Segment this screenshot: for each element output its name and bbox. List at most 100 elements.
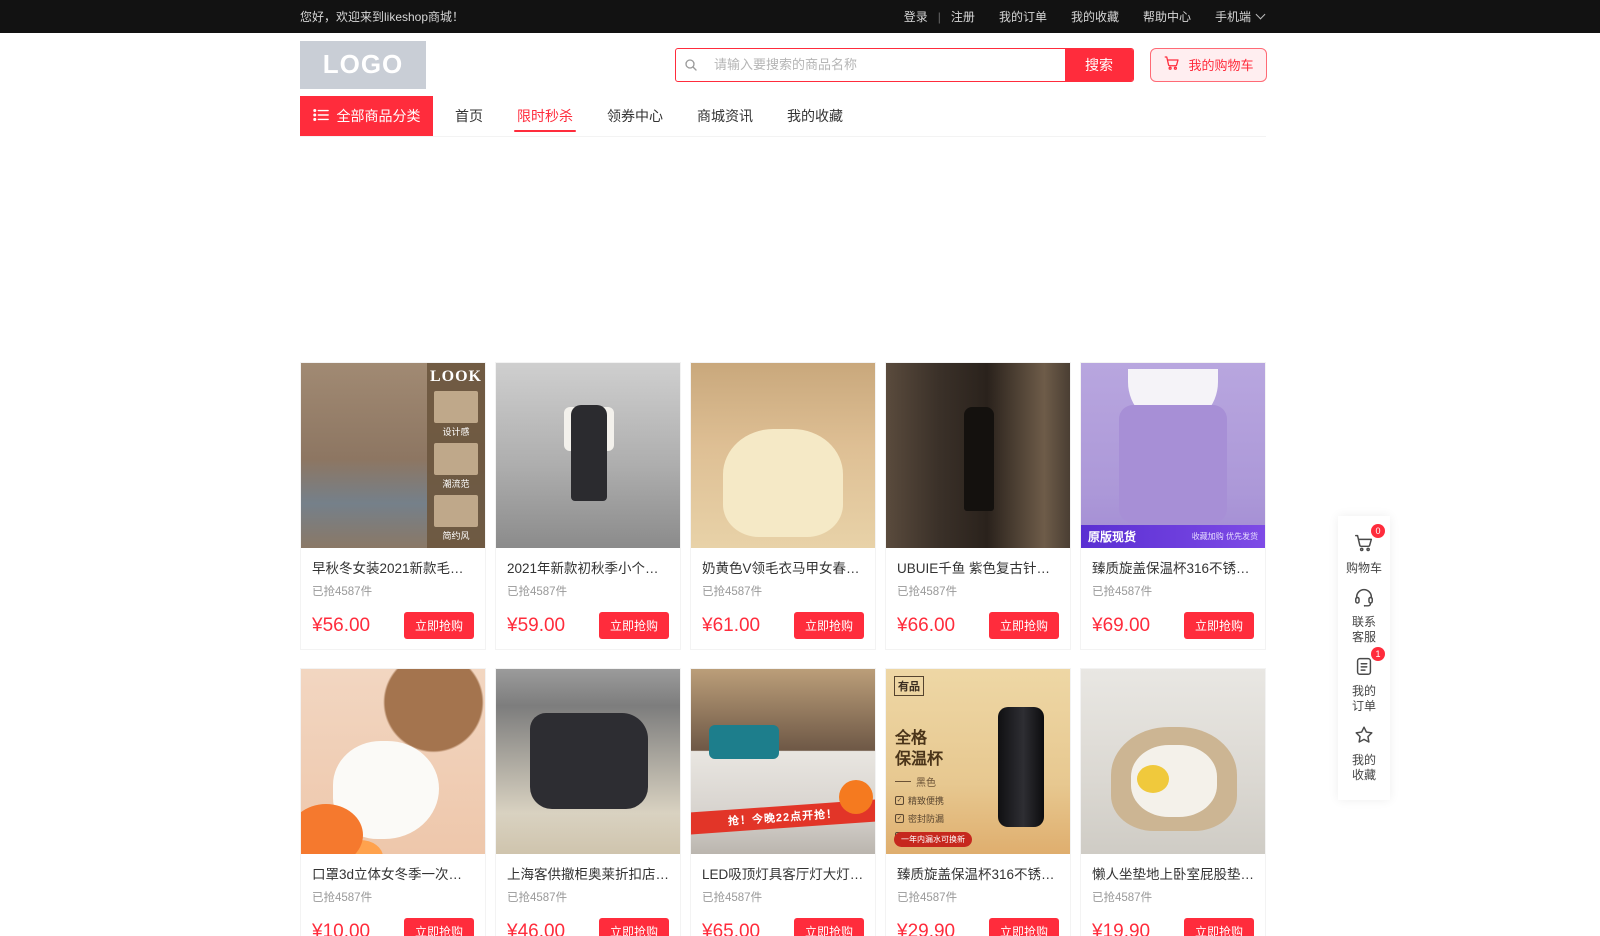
sidebar-label: 我的 收藏 — [1352, 753, 1376, 784]
product-sold: 已抢4587件 — [897, 889, 1059, 905]
sidebar-item-orders[interactable]: 1 我的 订单 — [1351, 653, 1377, 715]
product-card[interactable]: UBUIE千鱼 紫色复古针织衫马... 已抢4587件 ¥66.00 立即抢购 — [885, 362, 1071, 650]
nav-item-seckill[interactable]: 限时秒杀 — [500, 96, 590, 136]
image-decor — [839, 780, 873, 814]
buy-now-button[interactable]: 立即抢购 — [1184, 918, 1254, 936]
product-title: 早秋冬女装2021新款毛衣盐系... — [312, 557, 474, 577]
product-card[interactable]: 2021年新款初秋季小个子马甲... 已抢4587件 ¥59.00 立即抢购 — [495, 362, 681, 650]
product-title: 奶黄色V领毛衣马甲女春秋慵懒... — [702, 557, 864, 577]
product-card[interactable]: 懒人坐垫地上卧室屁股垫子办... 已抢4587件 ¥19.90 立即抢购 — [1080, 668, 1266, 936]
sidebar-item-cart[interactable]: 0 购物车 — [1346, 530, 1382, 577]
buy-now-button[interactable]: 立即抢购 — [989, 918, 1059, 936]
main-nav: 全部商品分类 首页 限时秒杀 领券中心 商城资讯 我的收藏 — [300, 96, 1266, 137]
all-categories-label: 全部商品分类 — [337, 106, 421, 126]
topbar-link-login[interactable]: 登录 — [904, 8, 928, 25]
product-price: ¥61.00 — [702, 615, 760, 637]
topbar-link-orders[interactable]: 我的订单 — [999, 8, 1047, 25]
nav-links: 首页 限时秒杀 领券中心 商城资讯 我的收藏 — [438, 96, 860, 136]
overlay-ribbon-text: 抢！今晚22点开抢！ — [727, 805, 838, 829]
floating-sidebar: 0 购物车 联系 客服 1 我的 订单 — [1338, 516, 1390, 800]
overlay-brand: 有品 — [894, 676, 924, 696]
product-price: ¥46.00 — [507, 921, 565, 936]
product-title: 2021年新款初秋季小个子马甲... — [507, 557, 669, 577]
buy-now-button[interactable]: 立即抢购 — [599, 918, 669, 936]
topbar-link-mobile[interactable]: 手机端 — [1215, 8, 1264, 25]
product-card[interactable]: 抢！今晚22点开抢！ LED吸顶灯具客厅灯大灯主卧... 已抢4587件 ¥65… — [690, 668, 876, 936]
overlay-look-text: LOOK — [430, 368, 482, 386]
sidebar-label: 购物车 — [1346, 561, 1382, 577]
product-image: LOOK 设计感 潮流范 简约风 — [301, 363, 485, 548]
image-thumb — [434, 391, 478, 423]
product-image — [886, 363, 1070, 548]
header: LOGO 搜索 我的购物车 — [300, 33, 1600, 96]
image-thumb — [434, 443, 478, 475]
topbar-link-favorites[interactable]: 我的收藏 — [1071, 8, 1119, 25]
cart-badge: 0 — [1371, 524, 1385, 538]
image-decor — [1137, 765, 1169, 793]
product-sold: 已抢4587件 — [507, 583, 669, 599]
overlay-feature: ✓精致便携 — [895, 794, 950, 807]
topbar-link-help[interactable]: 帮助中心 — [1143, 8, 1191, 25]
product-card[interactable]: 口罩3d立体女冬季一次性口罩 已抢4587件 ¥10.00 立即抢购 — [300, 668, 486, 936]
cart-icon: 0 — [1351, 530, 1377, 556]
product-title: UBUIE千鱼 紫色复古针织衫马... — [897, 557, 1059, 577]
my-cart-button[interactable]: 我的购物车 — [1150, 48, 1267, 82]
orders-badge: 1 — [1371, 647, 1385, 661]
product-grid: LOOK 设计感 潮流范 简约风 早秋冬女装2021新款毛衣盐系... 已抢45… — [300, 362, 1266, 936]
product-image — [301, 669, 485, 854]
product-sold: 已抢4587件 — [897, 583, 1059, 599]
nav-item-home[interactable]: 首页 — [438, 96, 500, 136]
product-card[interactable]: 原版现货 收藏加购 优先发货 臻质旋盖保温杯316不锈钢内胆... 已抢4587… — [1080, 362, 1266, 650]
product-title: 懒人坐垫地上卧室屁股垫子办... — [1092, 863, 1254, 883]
buy-now-button[interactable]: 立即抢购 — [599, 612, 669, 639]
product-price: ¥65.00 — [702, 921, 760, 936]
product-image — [1081, 669, 1265, 854]
overlay-tag: 设计感 — [442, 425, 469, 438]
product-image — [691, 363, 875, 548]
overlay-feature: ✓密封防漏 — [895, 812, 950, 825]
buy-now-button[interactable]: 立即抢购 — [1184, 612, 1254, 639]
image-thumb — [434, 495, 478, 527]
topbar-link-register[interactable]: 注册 — [951, 8, 975, 25]
logo[interactable]: LOGO — [300, 41, 426, 89]
product-sold: 已抢4587件 — [1092, 583, 1254, 599]
product-card[interactable]: 有品 全格 保温杯 黑色 ✓精致便携 ✓密封防漏 ✓316不锈钢 一年内漏水可换… — [885, 668, 1071, 936]
buy-now-button[interactable]: 立即抢购 — [794, 612, 864, 639]
nav-item-favorites[interactable]: 我的收藏 — [770, 96, 860, 136]
headset-icon — [1351, 584, 1377, 610]
order-list-icon: 1 — [1351, 653, 1377, 679]
product-title: 口罩3d立体女冬季一次性口罩 — [312, 863, 474, 883]
image-overlay: 原版现货 收藏加购 优先发货 — [1081, 525, 1265, 548]
product-card[interactable]: 奶黄色V领毛衣马甲女春秋慵懒... 已抢4587件 ¥61.00 立即抢购 — [690, 362, 876, 650]
nav-item-coupons[interactable]: 领券中心 — [590, 96, 680, 136]
category-list-icon — [313, 108, 329, 125]
overlay-banner-right: 收藏加购 优先发货 — [1192, 531, 1258, 542]
search-input[interactable] — [706, 49, 1065, 81]
nav-item-news[interactable]: 商城资讯 — [680, 96, 770, 136]
sidebar-label: 我的 订单 — [1352, 684, 1376, 715]
buy-now-button[interactable]: 立即抢购 — [404, 612, 474, 639]
buy-now-button[interactable]: 立即抢购 — [404, 918, 474, 936]
search-bar: 搜索 — [675, 48, 1134, 82]
all-categories-button[interactable]: 全部商品分类 — [300, 96, 433, 136]
product-sold: 已抢4587件 — [507, 889, 669, 905]
search-button[interactable]: 搜索 — [1065, 49, 1133, 81]
product-card[interactable]: LOOK 设计感 潮流范 简约风 早秋冬女装2021新款毛衣盐系... 已抢45… — [300, 362, 486, 650]
page: 您好，欢迎来到likeshop商城！ 登录 | 注册 我的订单 我的收藏 帮助中… — [0, 0, 1600, 936]
check-icon: ✓ — [895, 796, 904, 805]
product-price: ¥59.00 — [507, 615, 565, 637]
product-card[interactable]: 上海客供撤柜奥莱折扣店outlets 已抢4587件 ¥46.00 立即抢购 — [495, 668, 681, 936]
product-title: LED吸顶灯具客厅灯大灯主卧... — [702, 863, 864, 883]
sidebar-item-customer-service[interactable]: 联系 客服 — [1351, 584, 1377, 646]
product-image: 抢！今晚22点开抢！ — [691, 669, 875, 854]
sidebar-item-favorites[interactable]: 我的 收藏 — [1351, 722, 1377, 784]
buy-now-button[interactable]: 立即抢购 — [989, 612, 1059, 639]
topbar-divider: | — [938, 10, 941, 24]
product-image: 原版现货 收藏加购 优先发货 — [1081, 363, 1265, 548]
product-title: 上海客供撤柜奥莱折扣店outlets — [507, 863, 669, 883]
buy-now-button[interactable]: 立即抢购 — [794, 918, 864, 936]
product-price: ¥10.00 — [312, 921, 370, 936]
cart-icon — [1163, 54, 1181, 75]
overlay-seal: 一年内漏水可换新 — [894, 832, 972, 847]
image-overlay: LOOK 设计感 潮流范 简约风 — [427, 363, 485, 548]
